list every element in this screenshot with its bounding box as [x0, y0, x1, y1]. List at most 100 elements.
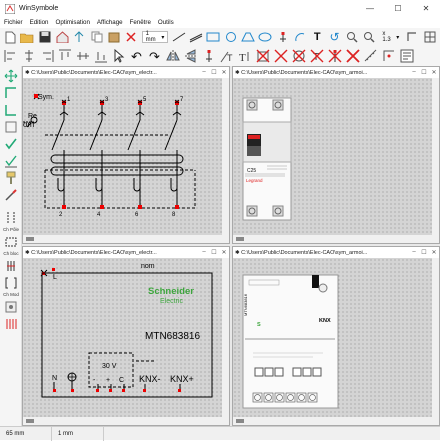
- align-top-icon[interactable]: [57, 49, 72, 64]
- line-tool-icon[interactable]: [189, 30, 203, 45]
- delete-line-icon[interactable]: [273, 49, 288, 64]
- rotate-right-icon[interactable]: ↷: [147, 49, 162, 64]
- corner-bl-icon[interactable]: [2, 102, 20, 117]
- delete-text-icon[interactable]: T: [309, 49, 324, 64]
- flip-icon[interactable]: [183, 49, 198, 64]
- menu-outils[interactable]: Outils: [158, 19, 174, 26]
- module-icon[interactable]: [2, 258, 20, 273]
- check-line-icon[interactable]: [2, 153, 20, 168]
- horizontal-scrollbar[interactable]: [23, 235, 229, 243]
- copy-icon[interactable]: [90, 30, 104, 45]
- mirror-icon[interactable]: [165, 49, 180, 64]
- text-tool-icon[interactable]: T: [310, 30, 324, 45]
- pin-add-icon[interactable]: [201, 49, 216, 64]
- window-maximize[interactable]: ☐: [419, 249, 429, 256]
- text-attr-icon[interactable]: T: [219, 49, 234, 64]
- rotate-left-icon[interactable]: ↶: [129, 49, 144, 64]
- window-maximize[interactable]: ☐: [209, 249, 219, 256]
- window-close[interactable]: ✕: [219, 69, 229, 76]
- text-edit-icon[interactable]: T: [237, 49, 252, 64]
- line-width-select[interactable]: 1 mm ▾: [141, 31, 169, 43]
- check-icon[interactable]: [2, 136, 20, 151]
- pin-tool-icon[interactable]: [275, 30, 289, 45]
- brush-icon[interactable]: [2, 187, 20, 202]
- window-close[interactable]: ✕: [219, 249, 229, 256]
- symbol-window-schematic[interactable]: ✱ C:\Users\Public\Documents\Elec-CAO\sym…: [22, 66, 230, 244]
- vertical-scrollbar[interactable]: [432, 258, 439, 417]
- vertical-scrollbar[interactable]: [432, 78, 439, 235]
- vertical-scrollbar[interactable]: [222, 78, 229, 235]
- move-up-icon[interactable]: [72, 30, 86, 45]
- rect-tool-icon[interactable]: [206, 30, 220, 45]
- grid-icon[interactable]: [423, 30, 437, 45]
- paint-icon[interactable]: [2, 170, 20, 185]
- horizontal-scrollbar[interactable]: [233, 417, 439, 425]
- polygon-tool-icon[interactable]: [241, 30, 255, 45]
- window-caption: ✱ C:\Users\Public\Documents\Elec-CAO\sym…: [233, 67, 439, 78]
- block-chain-icon[interactable]: [2, 234, 20, 249]
- corner-icon[interactable]: [405, 30, 419, 45]
- move-icon[interactable]: [2, 68, 20, 83]
- window-maximize[interactable]: ☐: [209, 69, 219, 76]
- rect-outline-icon[interactable]: [2, 119, 20, 134]
- ellipse-tool-icon[interactable]: [258, 30, 272, 45]
- circle-tool-icon[interactable]: [223, 30, 237, 45]
- pole-chain-icon[interactable]: [2, 210, 20, 225]
- drawing-canvas[interactable]: C25 Legrand: [233, 78, 432, 235]
- align-middle-icon[interactable]: [75, 49, 90, 64]
- home-icon[interactable]: [55, 30, 69, 45]
- menu-fenetre[interactable]: Fenêtre: [130, 19, 151, 26]
- window-minimize[interactable]: –: [409, 69, 419, 76]
- delete-icon[interactable]: [124, 30, 138, 45]
- delete-pin-icon[interactable]: [327, 49, 342, 64]
- corner-tl-icon[interactable]: [2, 85, 20, 100]
- symbol-window-knx-schematic[interactable]: ✱ C:\Users\Public\Documents\Elec-CAO\sym…: [22, 246, 230, 426]
- menu-optimisation[interactable]: Optimisation: [56, 19, 90, 26]
- window-minimize[interactable]: –: [409, 249, 419, 256]
- snap-icon[interactable]: [381, 49, 396, 64]
- drawing-canvas[interactable]: Sym. Re om 1 3 5 7 2 4 6 8: [23, 78, 222, 235]
- window-close[interactable]: ✕: [429, 249, 439, 256]
- horizontal-scrollbar[interactable]: [23, 417, 229, 425]
- zoom-in-icon[interactable]: [345, 30, 359, 45]
- symbol-window-knx-module[interactable]: ✱ C:\Users\Public\Documents\Elec-CAO\sym…: [232, 246, 440, 426]
- minimize-button[interactable]: —: [356, 0, 384, 17]
- properties-icon[interactable]: [399, 49, 414, 64]
- maximize-button[interactable]: ☐: [384, 0, 412, 17]
- symbol-window-breaker[interactable]: ✱ C:\Users\Public\Documents\Elec-CAO\sym…: [232, 66, 440, 244]
- window-minimize[interactable]: –: [199, 69, 209, 76]
- open-folder-icon[interactable]: [20, 30, 34, 45]
- vertical-scrollbar[interactable]: [222, 258, 229, 417]
- measure-icon[interactable]: [363, 49, 378, 64]
- delete-shape-icon[interactable]: [255, 49, 270, 64]
- bracket-icon[interactable]: [2, 275, 20, 290]
- save-icon[interactable]: [38, 30, 52, 45]
- delete-all-icon[interactable]: [345, 49, 360, 64]
- arc-tool-icon[interactable]: [293, 30, 307, 45]
- menu-fichier[interactable]: Fichier: [4, 19, 23, 26]
- menu-edition[interactable]: Edition: [30, 19, 49, 26]
- align-left-icon[interactable]: [3, 49, 18, 64]
- horizontal-scrollbar[interactable]: [233, 235, 439, 243]
- window-minimize[interactable]: –: [199, 249, 209, 256]
- terminal-icon[interactable]: [2, 299, 20, 314]
- align-bottom-icon[interactable]: [93, 49, 108, 64]
- drawing-canvas[interactable]: nom L Schneider Electric MTN683816 30 V …: [23, 258, 222, 417]
- close-button[interactable]: ✕: [412, 0, 440, 17]
- drawing-canvas[interactable]: MTN683816 S KNX: [233, 258, 432, 417]
- zoom-select[interactable]: x 1.3 ▾: [379, 31, 402, 43]
- undo-icon[interactable]: ↺: [327, 30, 341, 45]
- align-center-icon[interactable]: [21, 49, 36, 64]
- edit-toolbar: ↶ ↷ T T T: [0, 46, 440, 66]
- paste-icon[interactable]: [107, 30, 121, 45]
- window-maximize[interactable]: ☐: [419, 69, 429, 76]
- align-right-icon[interactable]: [39, 49, 54, 64]
- menu-affichage[interactable]: Affichage: [97, 19, 123, 26]
- window-close[interactable]: ✕: [429, 69, 439, 76]
- delete-circle-icon[interactable]: [291, 49, 306, 64]
- new-file-icon[interactable]: [3, 30, 17, 45]
- line-style-icon[interactable]: [171, 30, 185, 45]
- zoom-out-icon[interactable]: [362, 30, 376, 45]
- multi-pole-icon[interactable]: [2, 316, 20, 331]
- select-arrow-icon[interactable]: [111, 49, 126, 64]
